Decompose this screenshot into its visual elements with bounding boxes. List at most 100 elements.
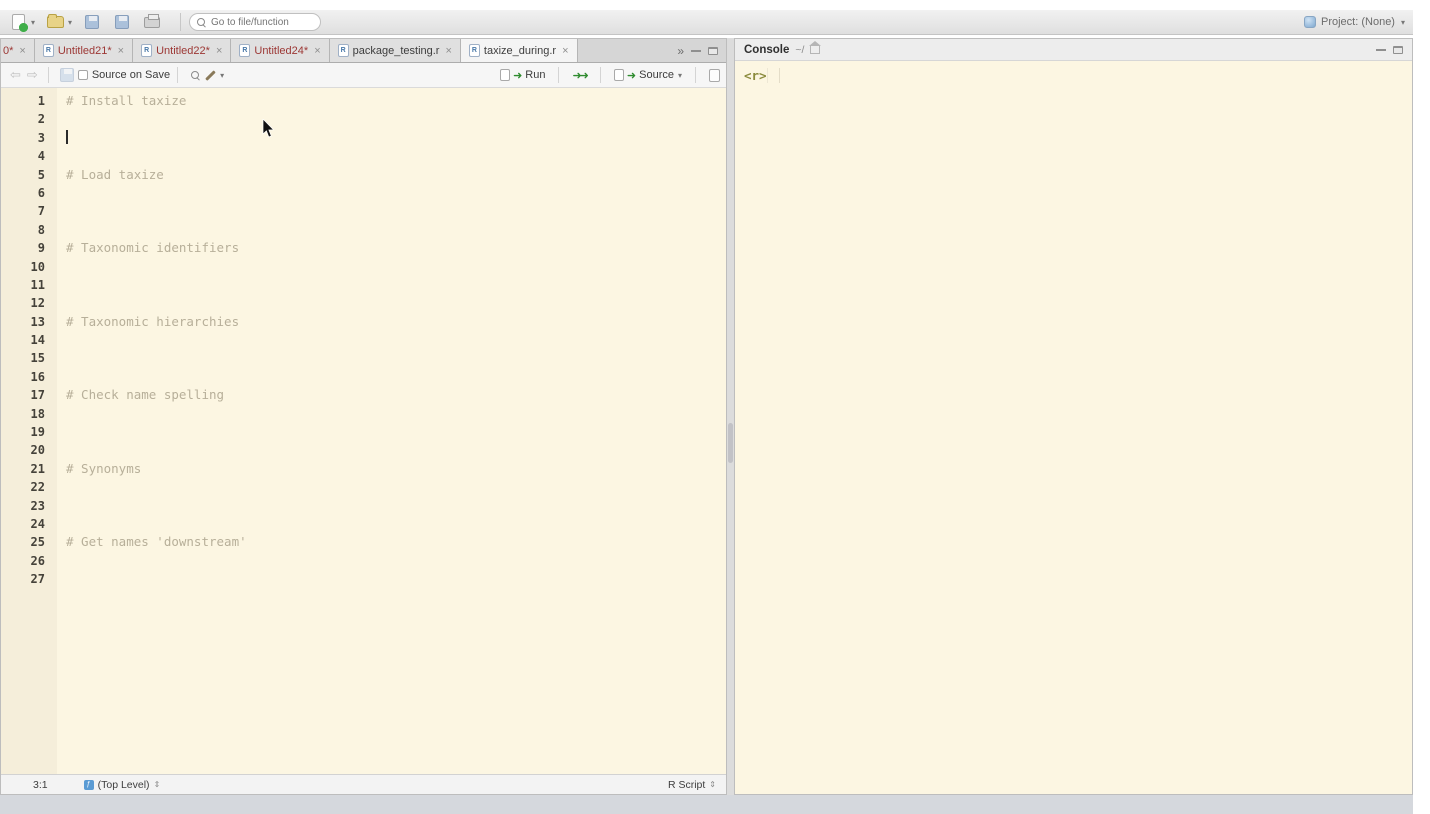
project-menu-button[interactable]: Project: (None) ▾: [1304, 16, 1405, 28]
code-line[interactable]: # Taxonomic identifiers: [66, 239, 726, 257]
code-line[interactable]: [66, 497, 726, 515]
minimize-pane-icon[interactable]: [1376, 49, 1386, 51]
code-line[interactable]: # Synonyms: [66, 460, 726, 478]
editor-tab[interactable]: Rtaxize_during.r×: [461, 39, 578, 62]
chevron-down-icon: ▾: [1401, 18, 1405, 27]
code-line[interactable]: [66, 515, 726, 533]
open-file-button[interactable]: ▾: [45, 13, 72, 31]
comment-text: # Taxonomic identifiers: [66, 240, 239, 255]
back-icon[interactable]: ⇦: [10, 67, 21, 83]
code-line[interactable]: [66, 221, 726, 239]
comment-text: # Load taxize: [66, 167, 164, 182]
code-line[interactable]: [66, 276, 726, 294]
code-line[interactable]: [66, 184, 726, 202]
line-number: 6: [1, 184, 45, 202]
editor-gutter: 1234567891011121314151617181920212223242…: [1, 88, 57, 774]
home-icon[interactable]: [810, 46, 820, 54]
close-icon[interactable]: ×: [216, 45, 222, 57]
file-type-selector[interactable]: R Script ⇕: [668, 779, 716, 791]
code-line[interactable]: [66, 258, 726, 276]
maximize-pane-icon[interactable]: [1393, 46, 1403, 54]
code-line[interactable]: [66, 552, 726, 570]
code-line[interactable]: [66, 110, 726, 128]
editor-tab[interactable]: RUntitled22*×: [133, 39, 231, 62]
editor-tab[interactable]: RUntitled21*×: [35, 39, 133, 62]
editor-tab[interactable]: RUntitled24*×: [231, 39, 329, 62]
code-line[interactable]: [66, 147, 726, 165]
mouse-cursor: [262, 119, 275, 138]
code-line[interactable]: [66, 405, 726, 423]
splitter-handle[interactable]: [728, 423, 733, 463]
editor-status-bar: 3:1 ƒ (Top Level) ⇕ R Script ⇕: [1, 774, 726, 794]
new-file-button[interactable]: ▾: [8, 13, 35, 31]
rerun-icon[interactable]: ➜➜: [572, 69, 586, 82]
updown-icon: ⇕: [154, 780, 161, 789]
code-line[interactable]: [66, 441, 726, 459]
editor-tab[interactable]: 0*×: [1, 39, 35, 62]
code-line[interactable]: # Get names 'downstream': [66, 533, 726, 551]
close-icon[interactable]: ×: [19, 45, 25, 57]
forward-icon[interactable]: ⇨: [27, 67, 38, 83]
editor-tab-bar: 0*×RUntitled21*×RUntitled22*×RUntitled24…: [1, 39, 726, 63]
chevron-down-icon[interactable]: ▾: [68, 18, 72, 27]
code-line[interactable]: # Install taxize: [66, 92, 726, 110]
scope-selector[interactable]: ƒ (Top Level) ⇕: [84, 779, 161, 791]
tab-label: package_testing.r: [353, 45, 440, 57]
tab-overflow-icon[interactable]: »: [677, 44, 684, 58]
line-number: 12: [1, 294, 45, 312]
file-type-label: R Script: [668, 779, 705, 791]
code-line[interactable]: [66, 478, 726, 496]
chevron-down-icon[interactable]: ▾: [31, 18, 35, 27]
code-line[interactable]: # Load taxize: [66, 166, 726, 184]
editor-tab[interactable]: Rpackage_testing.r×: [330, 39, 461, 62]
source-pane: 0*×RUntitled21*×RUntitled22*×RUntitled24…: [0, 38, 727, 795]
close-icon[interactable]: ×: [445, 45, 451, 57]
text-caret: [66, 130, 68, 144]
console-body[interactable]: <r>: [735, 61, 1412, 794]
code-line[interactable]: [66, 570, 726, 588]
code-line[interactable]: [66, 349, 726, 367]
minimize-pane-icon[interactable]: [691, 50, 701, 52]
console-prompt: <r>: [744, 68, 767, 83]
close-icon[interactable]: ×: [562, 45, 568, 57]
compile-notebook-icon[interactable]: [709, 69, 720, 82]
scope-label: (Top Level): [98, 779, 150, 791]
code-editor[interactable]: 1234567891011121314151617181920212223242…: [1, 88, 726, 774]
code-line[interactable]: # Check name spelling: [66, 386, 726, 404]
editor-code-area[interactable]: # Install taxize # Load taxize # Taxonomic…: [57, 88, 726, 774]
print-button[interactable]: [142, 13, 162, 31]
maximize-pane-icon[interactable]: [708, 47, 718, 55]
tab-label: Untitled22*: [156, 45, 210, 57]
line-number: 13: [1, 313, 45, 331]
line-number: 8: [1, 221, 45, 239]
code-line[interactable]: [66, 423, 726, 441]
line-number: 14: [1, 331, 45, 349]
save-button[interactable]: [82, 13, 102, 31]
code-tools-icon[interactable]: [206, 69, 219, 82]
goto-file-function-box[interactable]: [189, 13, 321, 31]
save-all-button[interactable]: [112, 13, 132, 31]
code-line[interactable]: [66, 331, 726, 349]
code-line[interactable]: [66, 129, 726, 147]
goto-file-function-input[interactable]: [211, 17, 313, 28]
source-on-save-checkbox[interactable]: [78, 70, 88, 80]
source-arrow-icon: ➜: [627, 69, 636, 82]
source-on-save-label: Source on Save: [92, 69, 170, 81]
run-button[interactable]: ➜ Run: [500, 69, 545, 82]
source-button[interactable]: ➜ Source ▾: [614, 69, 682, 82]
code-line[interactable]: [66, 294, 726, 312]
save-icon[interactable]: [60, 68, 74, 82]
code-line[interactable]: [66, 368, 726, 386]
source-on-save-toggle[interactable]: Source on Save: [78, 69, 170, 81]
code-line[interactable]: [66, 202, 726, 220]
line-number: 25: [1, 533, 45, 551]
chevron-down-icon[interactable]: ▾: [220, 71, 224, 80]
comment-text: # Install taxize: [66, 93, 186, 108]
chevron-down-icon[interactable]: ▾: [678, 71, 682, 80]
close-icon[interactable]: ×: [118, 45, 124, 57]
code-line[interactable]: # Taxonomic hierarchies: [66, 313, 726, 331]
pane-splitter[interactable]: [727, 38, 734, 795]
find-replace-icon[interactable]: [191, 71, 200, 80]
r-script-icon: R: [43, 44, 54, 57]
close-icon[interactable]: ×: [314, 45, 320, 57]
